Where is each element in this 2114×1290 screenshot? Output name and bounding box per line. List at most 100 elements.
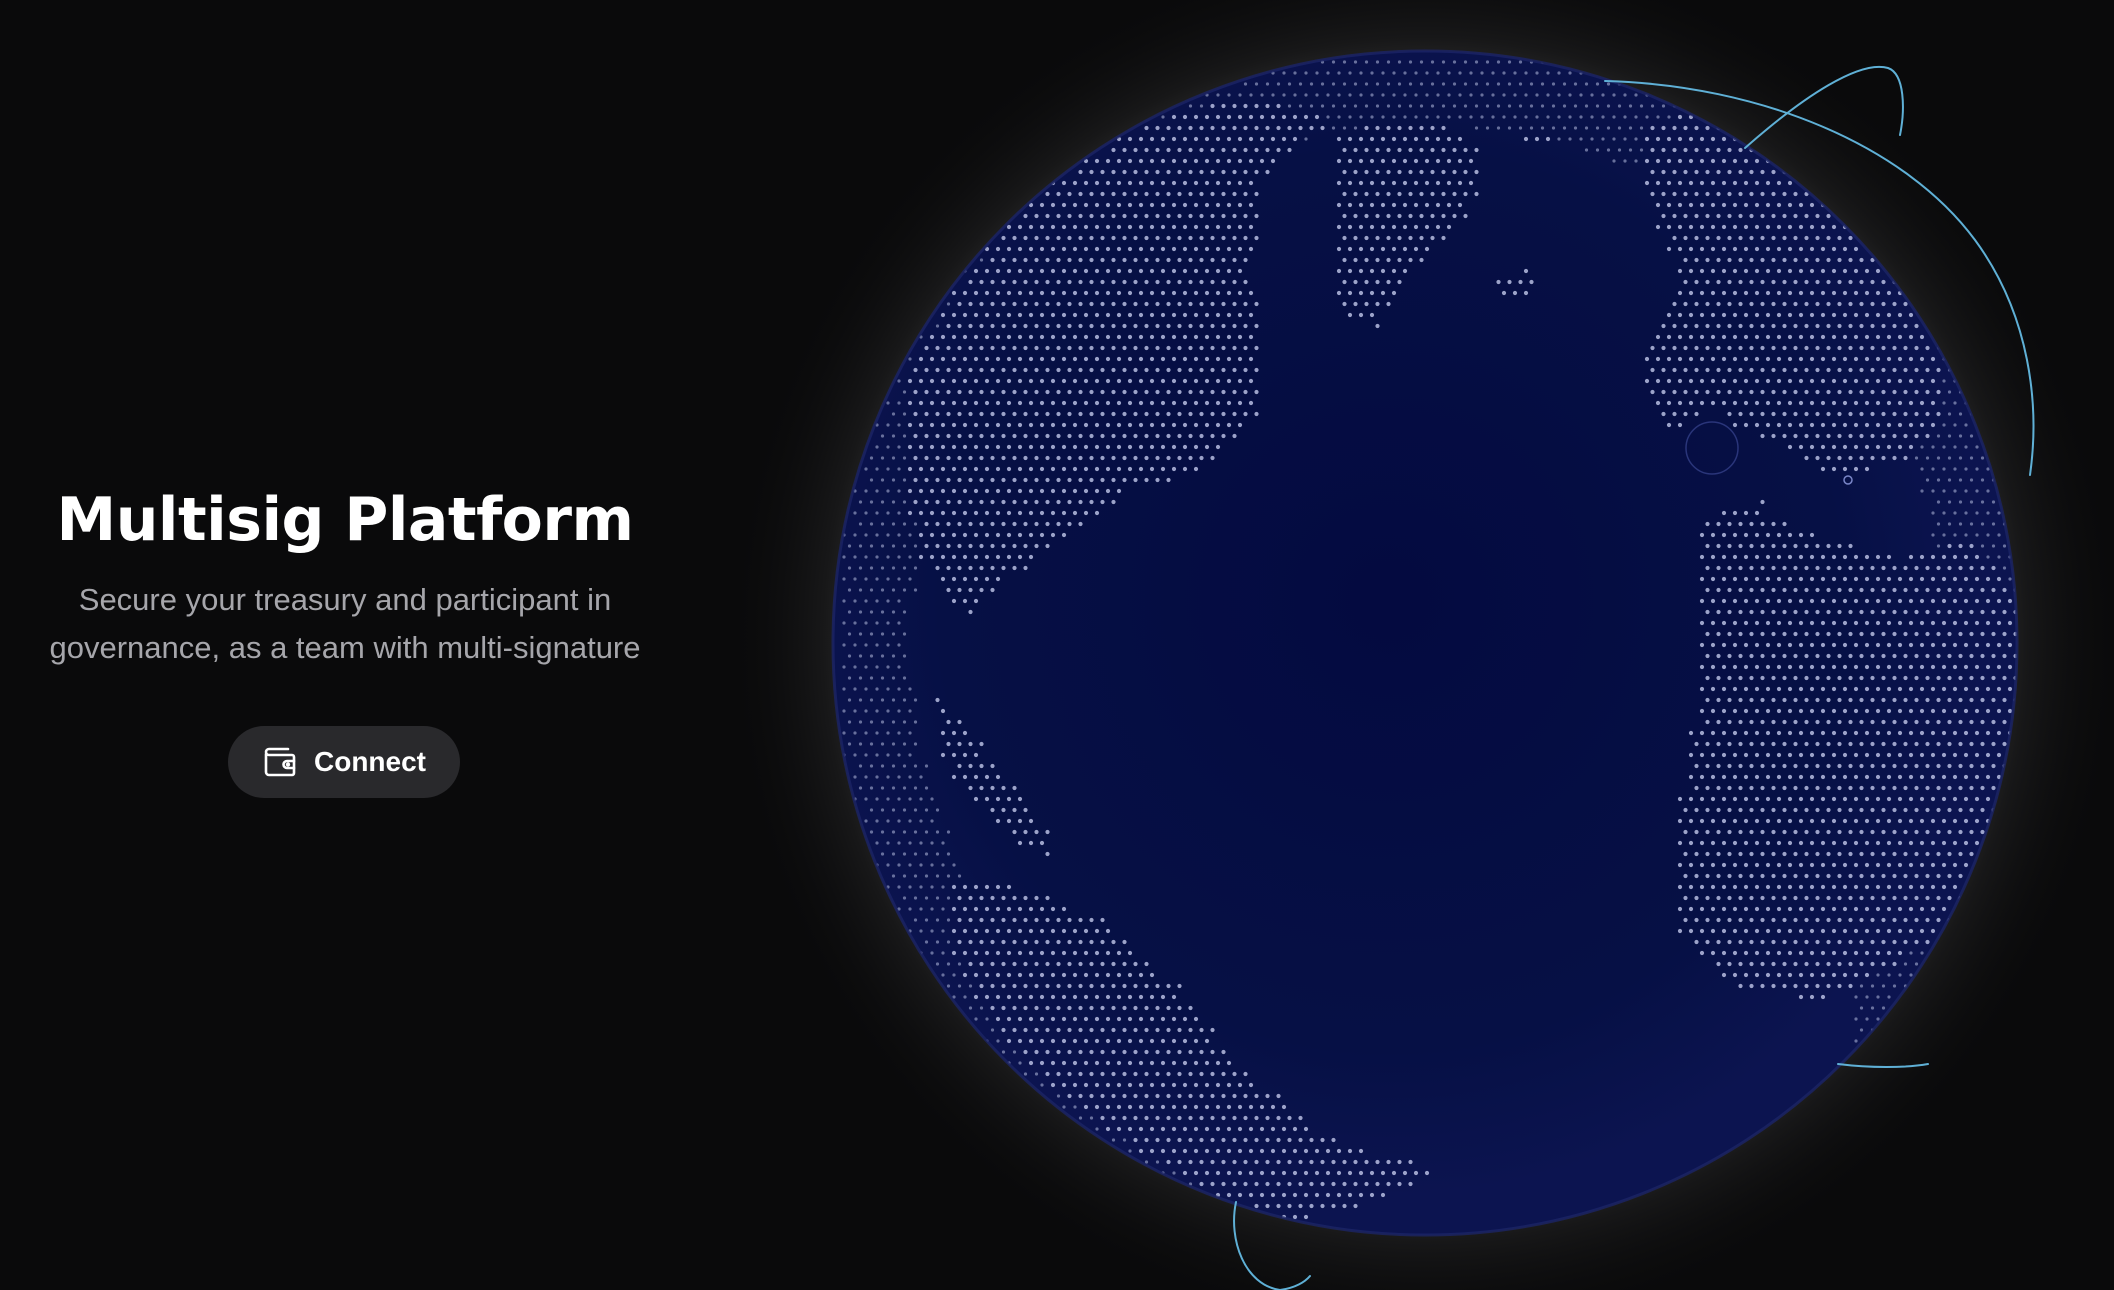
land-dot xyxy=(1265,103,1270,109)
land-dot xyxy=(1089,257,1094,263)
land-dot xyxy=(1100,345,1105,351)
land-dot xyxy=(1149,246,1155,252)
land-dot xyxy=(973,972,979,978)
land-dot xyxy=(1743,378,1749,384)
land-dot xyxy=(1677,334,1683,340)
land-dot xyxy=(869,786,874,790)
land-dot xyxy=(1144,1049,1149,1055)
land-dot xyxy=(1738,939,1743,945)
land-dot xyxy=(1215,378,1221,384)
land-dot xyxy=(1221,1159,1226,1165)
land-dot xyxy=(1089,939,1094,945)
land-dot xyxy=(1590,115,1594,119)
land-dot xyxy=(1782,235,1787,241)
land-dot xyxy=(1529,279,1534,285)
land-dot xyxy=(1727,235,1732,241)
land-dot xyxy=(847,720,852,724)
land-dot xyxy=(1732,730,1738,736)
land-dot xyxy=(1061,906,1067,912)
land-dot xyxy=(1892,807,1897,813)
land-dot xyxy=(1204,158,1210,164)
land-dot xyxy=(1160,158,1166,164)
land-dot xyxy=(1958,565,1963,571)
land-dot xyxy=(1067,323,1072,329)
land-dot xyxy=(1875,598,1881,604)
land-dot xyxy=(1738,235,1743,241)
land-dot xyxy=(1727,345,1732,351)
land-dot xyxy=(913,808,918,812)
land-dot xyxy=(1837,411,1842,417)
land-dot xyxy=(1006,466,1012,472)
land-dot xyxy=(1001,939,1006,945)
land-dot xyxy=(940,356,946,362)
land-dot xyxy=(1886,928,1892,934)
land-dot xyxy=(1138,1126,1144,1132)
land-dot xyxy=(1248,1104,1254,1110)
land-dot xyxy=(984,884,990,890)
land-dot xyxy=(1001,543,1006,549)
land-dot xyxy=(1270,1192,1276,1198)
connect-button[interactable]: Connect xyxy=(228,726,460,798)
land-dot xyxy=(1837,323,1842,329)
land-dot xyxy=(1221,169,1226,175)
land-dot xyxy=(1749,235,1754,241)
land-dot xyxy=(1617,148,1622,152)
land-dot xyxy=(891,676,896,680)
land-dot xyxy=(1699,796,1705,802)
land-dot xyxy=(1342,257,1347,263)
land-dot xyxy=(1386,147,1391,153)
land-dot xyxy=(1760,719,1765,725)
land-dot xyxy=(1886,312,1892,318)
land-dot xyxy=(1666,312,1672,318)
land-dot xyxy=(864,731,868,735)
land-dot xyxy=(1738,191,1743,197)
land-dot xyxy=(1441,191,1446,197)
land-dot xyxy=(1776,576,1782,582)
land-dot xyxy=(1650,191,1655,197)
land-dot xyxy=(1881,961,1886,967)
land-dot xyxy=(1782,609,1787,615)
land-dot xyxy=(1193,1016,1199,1022)
land-dot xyxy=(1524,115,1528,119)
land-dot xyxy=(1975,511,1979,515)
land-dot xyxy=(1732,598,1738,604)
land-dot xyxy=(979,477,984,483)
land-dot xyxy=(1419,147,1424,153)
land-dot xyxy=(1881,675,1886,681)
land-dot xyxy=(1914,939,1919,945)
land-dot xyxy=(962,730,968,736)
land-dot xyxy=(1749,367,1754,373)
land-dot xyxy=(869,764,874,768)
land-dot xyxy=(1056,323,1061,329)
land-dot xyxy=(1886,752,1892,758)
land-dot xyxy=(1347,202,1353,208)
land-dot xyxy=(1061,1016,1067,1022)
land-dot xyxy=(1776,400,1782,406)
land-dot xyxy=(1782,521,1787,527)
land-dot xyxy=(1815,235,1820,241)
land-dot xyxy=(1771,983,1776,989)
land-dot xyxy=(1111,1005,1116,1011)
land-dot xyxy=(1941,708,1947,714)
land-dot xyxy=(1342,169,1347,175)
land-dot xyxy=(1837,895,1842,901)
land-dot xyxy=(973,268,979,274)
land-dot xyxy=(1215,202,1221,208)
land-dot xyxy=(1215,246,1221,252)
land-dot xyxy=(1831,554,1837,560)
land-dot xyxy=(1804,323,1809,329)
land-dot xyxy=(1963,576,1969,582)
land-dot xyxy=(957,741,962,747)
land-dot xyxy=(1193,1126,1199,1132)
land-dot xyxy=(1375,169,1380,175)
land-dot xyxy=(1226,422,1232,428)
land-dot xyxy=(1182,1104,1188,1110)
land-dot xyxy=(1727,961,1732,967)
land-dot xyxy=(1149,334,1155,340)
land-dot xyxy=(1875,840,1881,846)
land-dot xyxy=(1237,202,1243,208)
land-dot xyxy=(1447,115,1451,119)
land-dot xyxy=(1864,752,1870,758)
land-dot xyxy=(1221,279,1226,285)
land-dot xyxy=(1881,719,1886,725)
